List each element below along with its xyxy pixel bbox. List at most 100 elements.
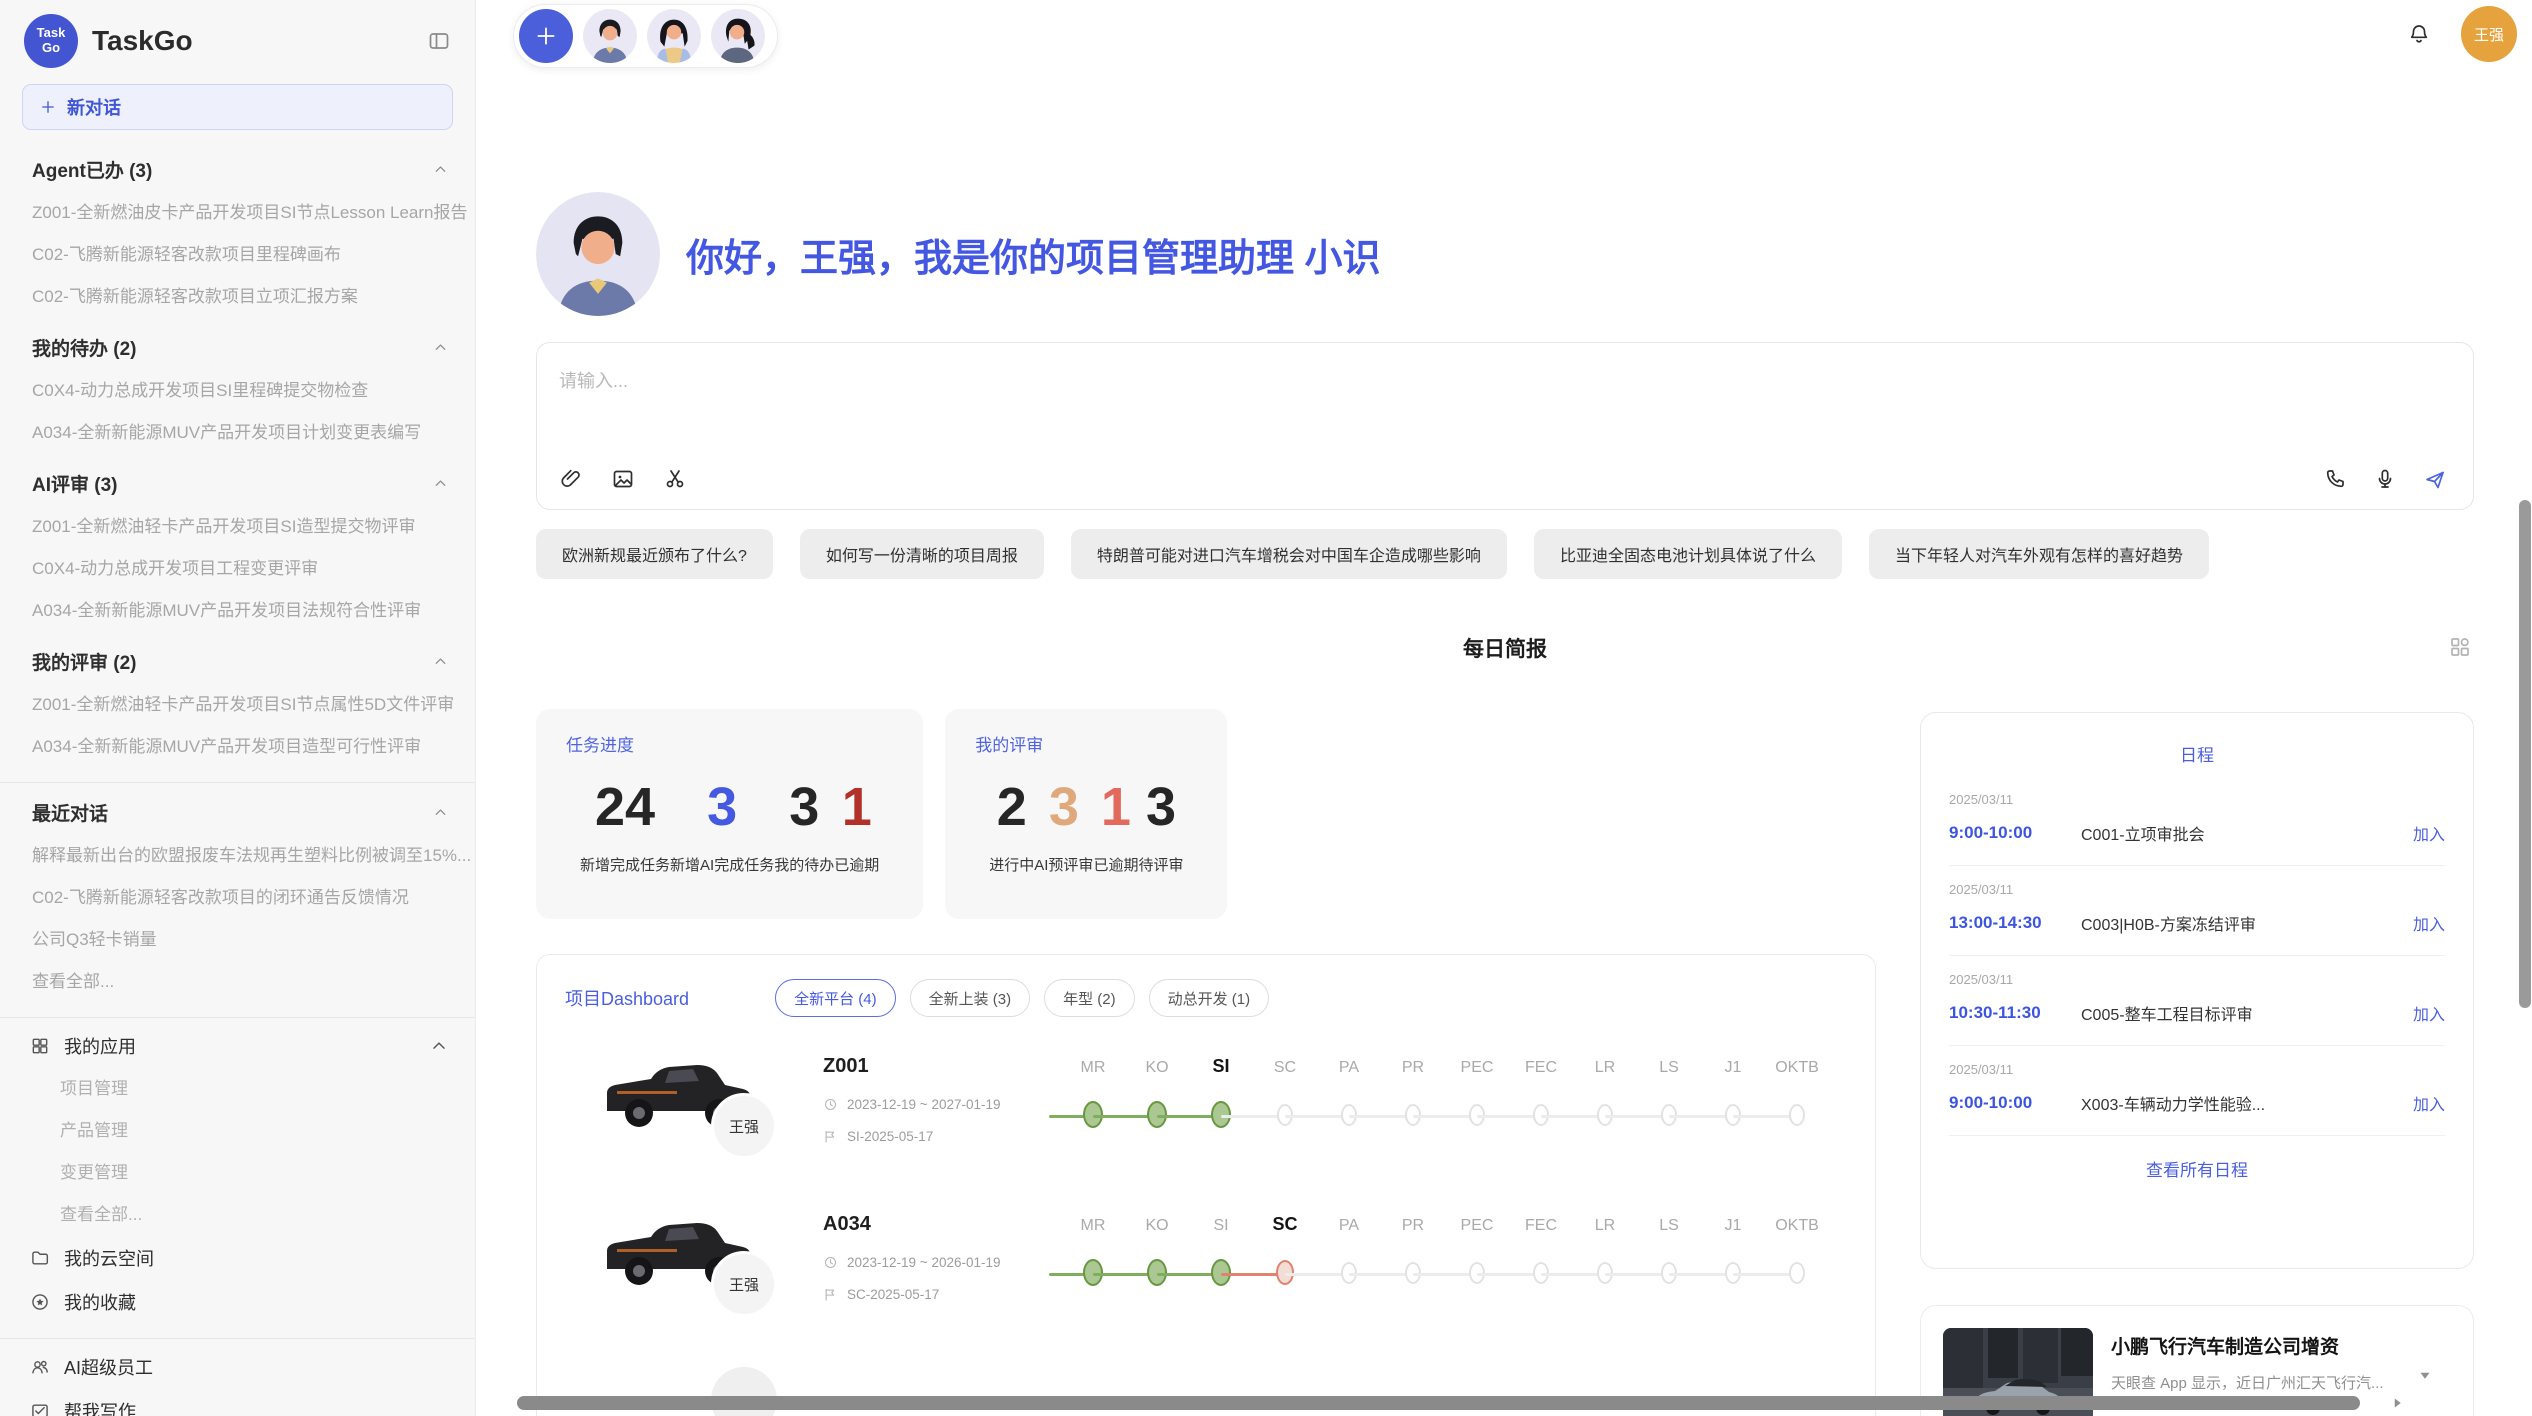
my-apps-view-all[interactable]: 查看全部... [0, 1194, 475, 1236]
milestone-label: MR [1061, 1217, 1125, 1235]
assistant-avatar [536, 192, 660, 316]
schedule-name: C003|H0B-方案冻结评审 [2081, 911, 2413, 935]
schedule-item: 2025/03/11 10:30-11:30 C005-整车工程目标评审 加入 [1949, 956, 2445, 1046]
milestone-label: KO [1125, 1059, 1189, 1077]
milestone: OKTB [1765, 1203, 1829, 1323]
dashboard-tab[interactable]: 全新平台 (4) [775, 979, 896, 1017]
stat-label: 新增AI完成任务 [670, 854, 774, 875]
send-icon[interactable] [2423, 467, 2447, 491]
sidebar-item-help-write[interactable]: 帮我写作 [0, 1389, 475, 1416]
sidebar-item[interactable]: A034-全新新能源MUV产品开发项目法规符合性评审 [0, 590, 475, 632]
sidebar-section-header[interactable]: Agent已办 (3) [0, 146, 475, 192]
folder-icon [30, 1248, 50, 1268]
agent-avatar-2[interactable] [647, 9, 701, 63]
chevron-up-icon[interactable] [432, 653, 449, 670]
project-owner-badge: 王强 [711, 1251, 777, 1317]
sidebar-item[interactable]: A034-全新新能源MUV产品开发项目造型可行性评审 [0, 726, 475, 768]
sidebar-item[interactable]: C0X4-动力总成开发项目SI里程碑提交物检查 [0, 370, 475, 412]
milestone-label: PA [1317, 1059, 1381, 1077]
agent-avatar-1[interactable] [583, 9, 637, 63]
dashboard-tab[interactable]: 动总开发 (1) [1149, 979, 1270, 1017]
join-button[interactable]: 加入 [2413, 1001, 2445, 1025]
my-apps-item[interactable]: 产品管理 [0, 1110, 475, 1152]
stat: 3 新增AI完成任务 [670, 774, 774, 875]
new-chat-button[interactable]: 新对话 [22, 84, 453, 130]
milestone-label: PEC [1445, 1217, 1509, 1235]
collapse-sidebar-icon[interactable] [427, 29, 451, 53]
scroll-right-arrow-icon[interactable] [2388, 1394, 2406, 1412]
sidebar-item[interactable]: Z001-全新燃油皮卡产品开发项目SI节点Lesson Learn报告 [0, 192, 475, 234]
recent-chats-header[interactable]: 最近对话 [0, 789, 475, 835]
stat-card: 我的评审 2 进行中 [945, 709, 1227, 919]
horizontal-scrollbar[interactable] [517, 1396, 2360, 1410]
flag-icon [823, 1129, 838, 1144]
stat-value: 1 [1093, 774, 1138, 842]
milestone: SI [1189, 1203, 1253, 1323]
sidebar-item[interactable]: Z001-全新燃油轻卡产品开发项目SI造型提交物评审 [0, 506, 475, 548]
join-button[interactable]: 加入 [2413, 821, 2445, 845]
paperclip-icon[interactable] [559, 467, 583, 491]
sidebar-item-ai-employee[interactable]: AI超级员工 [0, 1345, 475, 1389]
scissors-icon[interactable] [663, 467, 687, 491]
project-row[interactable]: 王强 Z001 2023-12-19 ~ 2027-01-19 [565, 1045, 1847, 1195]
milestone-connector [1541, 1273, 1605, 1276]
scroll-down-arrow-icon[interactable] [2416, 1366, 2434, 1384]
bell-icon[interactable] [2407, 22, 2431, 46]
recent-chat-item[interactable]: 解释最新出台的欧盟报废车法规再生塑料比例被调至15%... [0, 835, 475, 877]
agent-avatar-3[interactable] [711, 9, 765, 63]
dashboard-grid-icon[interactable] [2448, 635, 2472, 659]
view-all-schedule[interactable]: 查看所有日程 [1949, 1136, 2445, 1181]
recent-chat-item[interactable]: C02-飞腾新能源轻客改款项目的闭环通告反馈情况 [0, 877, 475, 919]
schedule-name: X003-车辆动力学性能验... [2081, 1091, 2413, 1115]
join-button[interactable]: 加入 [2413, 1091, 2445, 1115]
chat-input[interactable] [559, 367, 2451, 445]
project-flag: SI-2025-05-17 [823, 1129, 933, 1144]
sidebar-section-header[interactable]: AI评审 (3) [0, 460, 475, 506]
suggestion-chip[interactable]: 比亚迪全固态电池计划具体说了什么 [1534, 529, 1842, 579]
suggestion-chip[interactable]: 特朗普可能对进口汽车增税会对中国车企造成哪些影响 [1071, 529, 1507, 579]
user-avatar[interactable]: 王强 [2461, 6, 2517, 62]
main-area: 王强 你好，王强，我是你的项目管理助理 小识 [476, 0, 2532, 1416]
project-flag-text: SI-2025-05-17 [847, 1129, 933, 1144]
chevron-up-icon[interactable] [432, 475, 449, 492]
chevron-up-icon[interactable] [432, 339, 449, 356]
sidebar-item[interactable]: C02-飞腾新能源轻客改款项目里程碑画布 [0, 234, 475, 276]
suggestion-chip[interactable]: 欧洲新规最近颁布了什么? [536, 529, 773, 579]
milestone-track: MR KO [1061, 1203, 1829, 1323]
image-icon[interactable] [611, 467, 635, 491]
vertical-scrollbar[interactable] [2519, 500, 2531, 1008]
sidebar-section-header[interactable]: 我的待办 (2) [0, 324, 475, 370]
recent-chat-item[interactable]: 公司Q3轻卡销量 [0, 919, 475, 961]
my-apps-header[interactable]: 我的应用 [0, 1024, 475, 1068]
chevron-up-icon[interactable] [432, 804, 449, 821]
dashboard-tab[interactable]: 全新上装 (3) [910, 979, 1031, 1017]
dashboard-header: 项目Dashboard 全新平台 (4) 全新上装 (3) 年型 (2) [565, 979, 1847, 1017]
suggestion-chip[interactable]: 如何写一份清晰的项目周报 [800, 529, 1044, 579]
my-apps-item[interactable]: 项目管理 [0, 1068, 475, 1110]
milestone-label: PR [1381, 1059, 1445, 1077]
sidebar-item-cloud-space[interactable]: 我的云空间 [0, 1236, 475, 1280]
add-agent-button[interactable] [519, 9, 573, 63]
milestone-label: FEC [1509, 1217, 1573, 1235]
my-apps-item[interactable]: 变更管理 [0, 1152, 475, 1194]
milestone-connector [1733, 1273, 1797, 1276]
suggestion-chip[interactable]: 当下年轻人对汽车外观有怎样的喜好趋势 [1869, 529, 2209, 579]
stat: 1 已逾期 [834, 774, 879, 875]
dashboard-tab[interactable]: 年型 (2) [1044, 979, 1135, 1017]
recent-view-all[interactable]: 查看全部... [0, 961, 475, 1003]
milestone-label: LR [1573, 1217, 1637, 1235]
mic-icon[interactable] [2373, 467, 2397, 491]
sidebar-item-favorites[interactable]: 我的收藏 [0, 1280, 475, 1324]
sidebar-item[interactable]: Z001-全新燃油轻卡产品开发项目SI节点属性5D文件评审 [0, 684, 475, 726]
join-button[interactable]: 加入 [2413, 911, 2445, 935]
clock-icon [823, 1097, 838, 1112]
sidebar-header: Task Go TaskGo [0, 0, 475, 68]
sidebar-item[interactable]: A034-全新新能源MUV产品开发项目计划变更表编写 [0, 412, 475, 454]
chevron-up-icon[interactable] [429, 1036, 449, 1056]
project-row[interactable]: 王强 A034 2023-12-19 ~ 2026-01-19 [565, 1203, 1847, 1353]
sidebar-item[interactable]: C0X4-动力总成开发项目工程变更评审 [0, 548, 475, 590]
sidebar-section-header[interactable]: 我的评审 (2) [0, 638, 475, 684]
chevron-up-icon[interactable] [432, 161, 449, 178]
sidebar-item[interactable]: C02-飞腾新能源轻客改款项目立项汇报方案 [0, 276, 475, 318]
phone-icon[interactable] [2323, 467, 2347, 491]
